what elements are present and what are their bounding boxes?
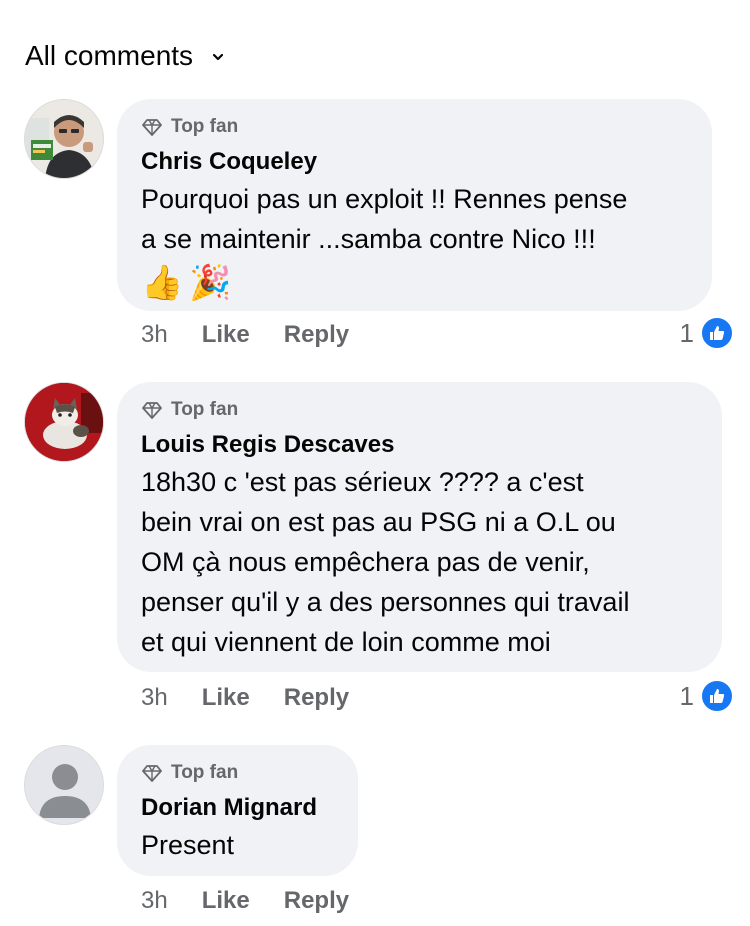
reaction-count: 1 (679, 317, 694, 348)
comment-actions: 3h Like Reply (141, 684, 349, 712)
reply-button[interactable]: Reply (284, 684, 349, 712)
badge-label: Top fan (171, 116, 239, 137)
reply-button[interactable]: Reply (284, 321, 349, 349)
emoji-row: 👍 🎉 (141, 263, 688, 303)
thumbs-up-emoji-icon: 👍 (141, 264, 184, 302)
comment-author[interactable]: Louis Regis Descaves (141, 430, 698, 460)
comment-time[interactable]: 3h (141, 684, 168, 712)
comment-actions: 3h Like Reply (141, 321, 349, 349)
comment-author[interactable]: Dorian Mignard (141, 793, 334, 823)
comment-bubble: Top fan Dorian Mignard Present (117, 745, 358, 876)
profile-photo-icon (25, 383, 103, 461)
like-reaction-icon (700, 679, 734, 713)
comment-text: Present (141, 830, 235, 860)
top-fan-badge: Top fan (141, 398, 698, 422)
comment-bubble: Top fan Louis Regis Descaves 18h30 c 'es… (117, 382, 722, 672)
top-fan-badge: Top fan (141, 115, 688, 139)
comment-bubble: Top fan Chris Coqueley Pourquoi pas un e… (117, 99, 712, 311)
avatar[interactable] (24, 99, 104, 179)
diamond-icon (142, 765, 162, 782)
filter-label: All comments (25, 40, 194, 71)
comment-author[interactable]: Chris Coqueley (141, 147, 688, 177)
comment-actions: 3h Like Reply (141, 887, 349, 915)
chevron-down-icon (212, 53, 224, 61)
profile-photo-icon (25, 100, 103, 178)
badge-label: Top fan (171, 762, 239, 783)
comment-text: 18h30 c 'est pas sérieux ???? a c'est be… (141, 467, 630, 657)
diamond-icon (142, 402, 162, 419)
top-fan-badge: Top fan (141, 761, 334, 785)
like-reaction-icon (700, 316, 734, 350)
party-popper-emoji-icon: 🎉 (189, 264, 232, 302)
avatar[interactable] (24, 382, 104, 462)
comment-text: Pourquoi pas un exploit !! Rennes pense … (141, 184, 628, 254)
reaction-summary[interactable]: 1 (680, 316, 734, 350)
badge-label: Top fan (171, 399, 239, 420)
like-button[interactable]: Like (202, 684, 250, 712)
avatar[interactable] (24, 745, 104, 825)
like-button[interactable]: Like (202, 321, 250, 349)
comment-time[interactable]: 3h (141, 321, 168, 349)
comment-time[interactable]: 3h (141, 887, 168, 915)
like-button[interactable]: Like (202, 887, 250, 915)
reply-button[interactable]: Reply (284, 887, 349, 915)
diamond-icon (142, 119, 162, 136)
all-comments-filter[interactable]: All comments (25, 36, 225, 76)
reaction-summary[interactable]: 1 (680, 679, 734, 713)
default-avatar-icon (25, 746, 103, 824)
reaction-count: 1 (679, 680, 694, 711)
